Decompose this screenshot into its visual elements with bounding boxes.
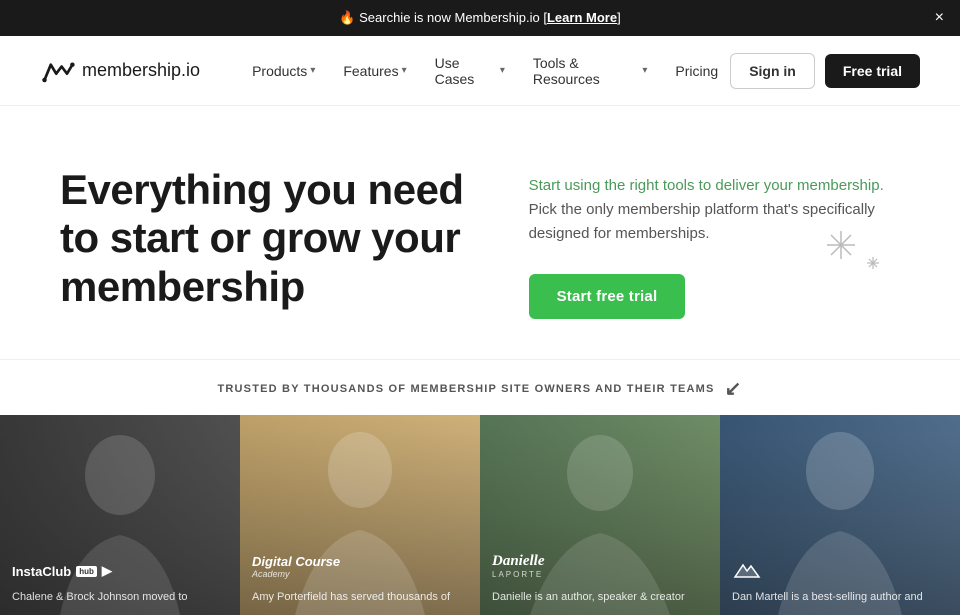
- chevron-down-icon: ▾: [402, 65, 407, 76]
- logo[interactable]: membership.io: [40, 57, 200, 85]
- hero-left: Everything you need to start or grow you…: [60, 166, 469, 311]
- sparkle-small-decoration: [866, 256, 880, 273]
- logo-text: membership.io: [82, 60, 200, 81]
- card-caption-4: Dan Martell is a best-selling author and: [732, 590, 948, 605]
- chevron-down-icon: ▾: [500, 65, 505, 76]
- digitalcourse-logo: Digital Course Academy: [252, 554, 468, 579]
- arrow-icon: ↙: [725, 376, 743, 401]
- banner-link[interactable]: Learn More: [547, 10, 617, 25]
- main-nav: membership.io Products ▾ Features ▾ Use …: [0, 36, 960, 106]
- sparkle-decoration: [822, 226, 860, 270]
- testimonials-section: InstaClub hub ▶ Chalene & Brock Johnson …: [0, 415, 960, 615]
- free-trial-button[interactable]: Free trial: [825, 54, 920, 88]
- hero-section: Everything you need to start or grow you…: [0, 106, 960, 359]
- chevron-down-icon: ▾: [310, 65, 315, 76]
- banner-close-button[interactable]: ×: [935, 10, 944, 26]
- testimonial-card-2[interactable]: Digital Course Academy Amy Porterfield h…: [240, 415, 480, 615]
- nav-item-tools[interactable]: Tools & Resources ▾: [521, 47, 660, 95]
- testimonial-card-4[interactable]: Dan Martell is a best-selling author and: [720, 415, 960, 615]
- person-silhouette-2: [270, 415, 450, 615]
- nav-links: Products ▾ Features ▾ Use Cases ▾ Tools …: [240, 47, 730, 95]
- nav-item-pricing[interactable]: Pricing: [663, 55, 730, 87]
- trusted-text: TRUSTED BY THOUSANDS OF MEMBERSHIP SITE …: [217, 383, 714, 395]
- nav-item-features[interactable]: Features ▾: [331, 55, 418, 87]
- hero-title: Everything you need to start or grow you…: [60, 166, 469, 311]
- chevron-down-icon: ▾: [642, 65, 647, 76]
- card-caption-3: Danielle is an author, speaker & creator: [492, 590, 708, 605]
- testimonial-card-1[interactable]: InstaClub hub ▶ Chalene & Brock Johnson …: [0, 415, 240, 615]
- card-caption-1: Chalene & Brock Johnson moved to: [12, 590, 228, 605]
- instaclub-logo: InstaClub hub ▶: [12, 563, 228, 579]
- signin-button[interactable]: Sign in: [730, 53, 815, 89]
- nav-actions: Sign in Free trial: [730, 53, 920, 89]
- start-free-trial-button[interactable]: Start free trial: [529, 274, 686, 319]
- person-silhouette-3: [510, 415, 690, 615]
- nav-item-use-cases[interactable]: Use Cases ▾: [423, 47, 517, 95]
- banner-text: 🔥 Searchie is now Membership.io [Learn M…: [339, 10, 620, 26]
- trusted-bar: TRUSTED BY THOUSANDS OF MEMBERSHIP SITE …: [0, 359, 960, 415]
- person-silhouette-1: [30, 415, 210, 615]
- logo-icon: [40, 57, 76, 85]
- daniellelaporte-logo: Danielle LAPORTE: [492, 553, 708, 579]
- announcement-banner: 🔥 Searchie is now Membership.io [Learn M…: [0, 0, 960, 36]
- card-caption-2: Amy Porterfield has served thousands of: [252, 590, 468, 605]
- hero-right: Start using the right tools to deliver y…: [529, 166, 900, 319]
- nav-item-products[interactable]: Products ▾: [240, 55, 327, 87]
- danmartell-logo: [732, 559, 948, 579]
- testimonial-card-3[interactable]: Danielle LAPORTE Danielle is an author, …: [480, 415, 720, 615]
- mountain-icon: [732, 559, 762, 579]
- person-silhouette-4: [750, 415, 930, 615]
